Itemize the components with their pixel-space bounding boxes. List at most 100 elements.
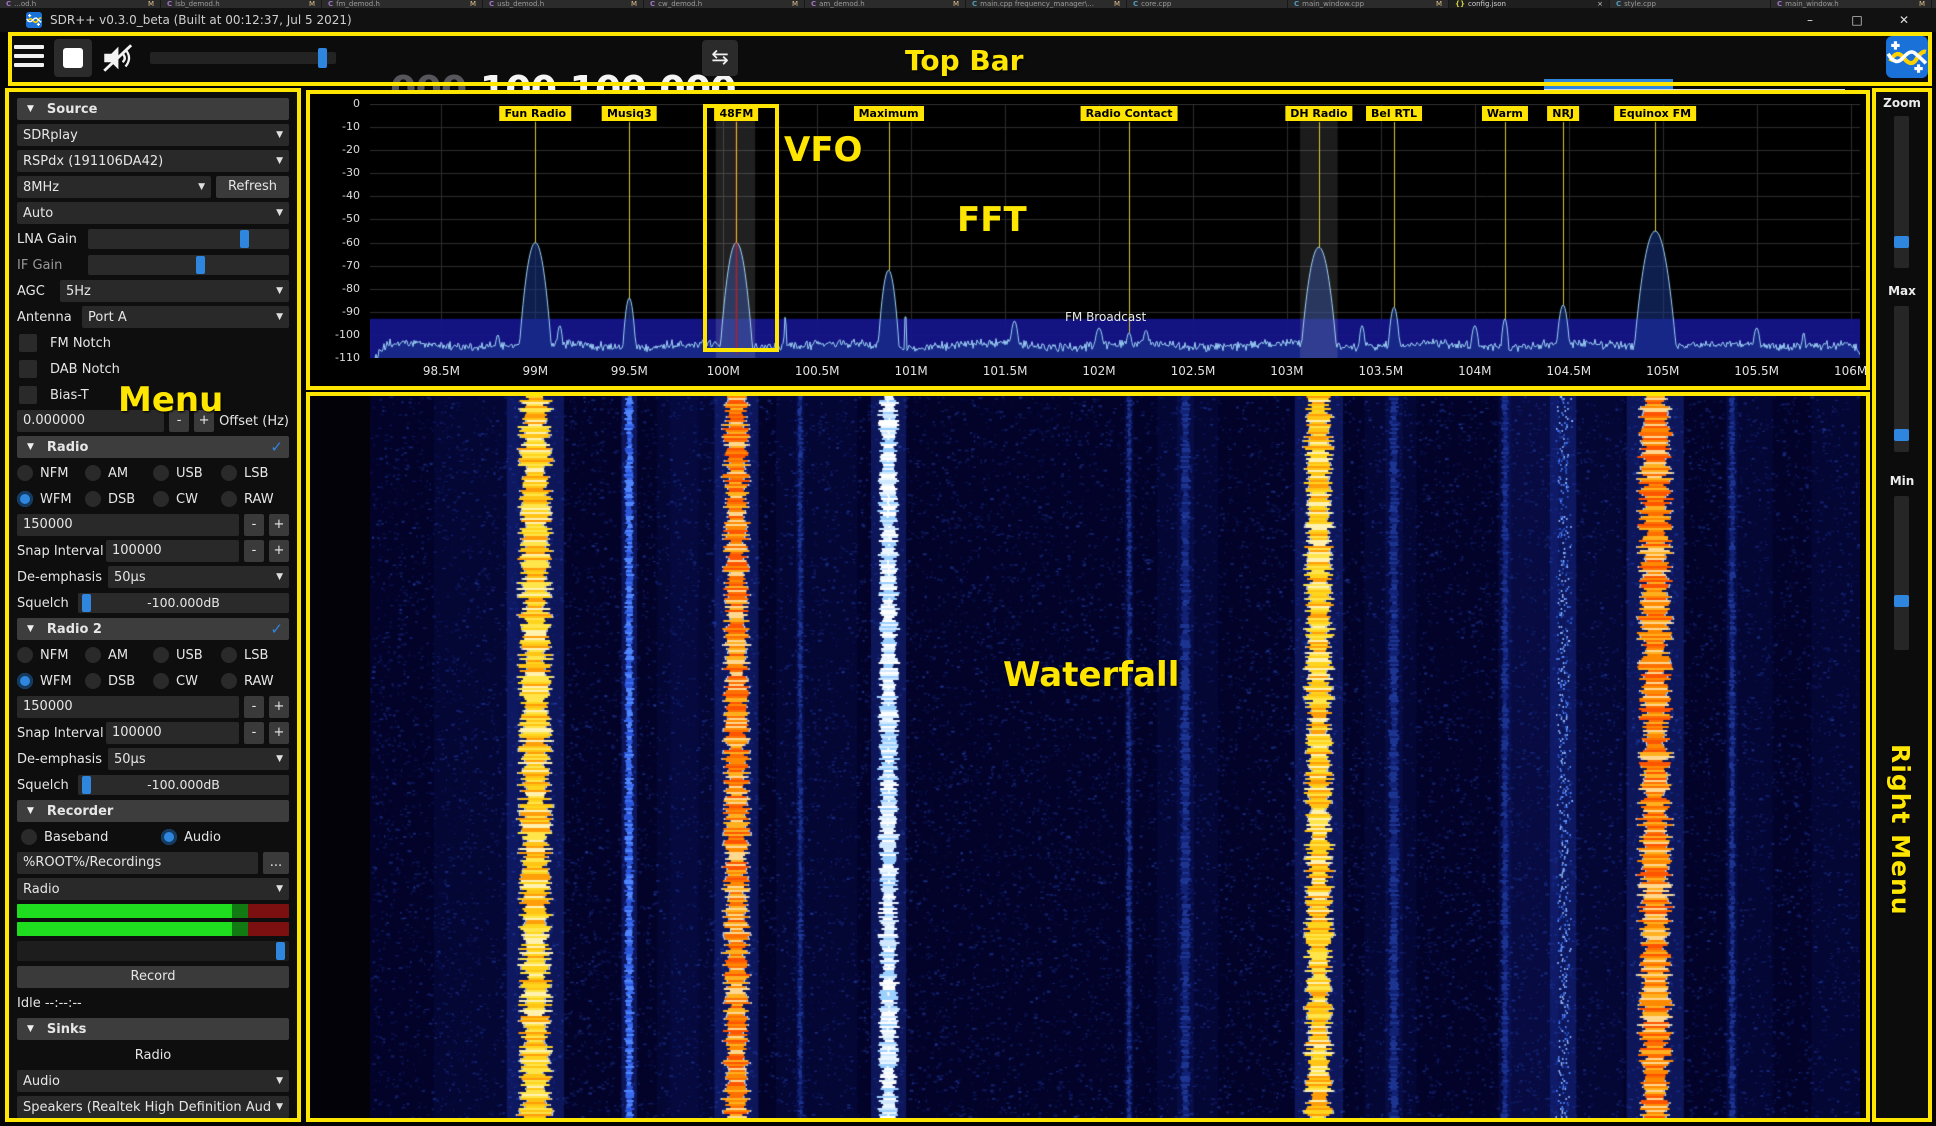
bandwidth-input[interactable]: 150000: [17, 514, 239, 536]
bw-minus-button[interactable]: -: [244, 514, 264, 536]
editor-tab[interactable]: Cstyle.cpp: [1610, 0, 1771, 8]
editor-tab[interactable]: Cfm_demod.hM: [322, 0, 483, 8]
station-label[interactable]: DH Radio: [1285, 106, 1352, 121]
station-label[interactable]: NRJ: [1547, 106, 1579, 121]
close-button[interactable]: ✕: [1881, 8, 1927, 32]
volume-slider-handle[interactable]: [318, 48, 327, 68]
close-tab-icon[interactable]: ×: [1597, 0, 1603, 8]
maximize-button[interactable]: □: [1834, 8, 1880, 32]
snap-interval-input[interactable]: 100000: [106, 722, 239, 744]
station-label[interactable]: Radio Contact: [1081, 106, 1178, 121]
source-section-header[interactable]: ▼ Source: [17, 98, 289, 120]
mode-raw[interactable]: RAW: [221, 670, 289, 692]
agc-dropdown[interactable]: 5Hz▼: [60, 280, 289, 302]
device-dropdown[interactable]: RSPdx (191106DA42)▼: [17, 150, 289, 172]
editor-tab[interactable]: {}config.json×: [1449, 0, 1610, 8]
editor-tab[interactable]: Cmain.cpp radio\...M: [1932, 0, 1936, 8]
recorder-stream-dropdown[interactable]: Radio▼: [17, 878, 289, 900]
min-slider[interactable]: [1894, 496, 1909, 650]
editor-tab[interactable]: C...od.hM: [0, 0, 161, 8]
squelch-slider[interactable]: -100.000dB: [78, 593, 289, 613]
menu-toggle-button[interactable]: [14, 41, 46, 73]
zoom-slider[interactable]: [1894, 116, 1909, 268]
mode-dsb[interactable]: DSB: [85, 670, 153, 692]
snap-plus-button[interactable]: +: [269, 540, 289, 562]
browse-button[interactable]: ...: [263, 852, 289, 874]
audio-device-dropdown[interactable]: Speakers (Realtek High Definition Audio)…: [17, 1096, 289, 1118]
bw-minus-button[interactable]: -: [244, 696, 264, 718]
sinks-section-header[interactable]: ▼ Sinks: [17, 1018, 289, 1040]
fft-panel[interactable]: FM Broadcast 0-10-20-30-40-50-60-70-80-9…: [310, 94, 1866, 386]
editor-tab[interactable]: Clsb_demod.hM: [161, 0, 322, 8]
bw-plus-button[interactable]: +: [269, 696, 289, 718]
samplerate-dropdown[interactable]: 8MHz▼: [17, 176, 211, 198]
baseband-radio[interactable]: Baseband: [21, 826, 161, 848]
bandwidth-input[interactable]: 150000: [17, 696, 239, 718]
stop-button[interactable]: [54, 39, 92, 77]
mode-wfm-selected[interactable]: WFM: [17, 670, 85, 692]
snap-minus-button[interactable]: -: [244, 722, 264, 744]
volume-slider[interactable]: [150, 52, 336, 64]
mode-cw[interactable]: CW: [153, 670, 221, 692]
station-label[interactable]: Warm: [1482, 106, 1528, 121]
snap-plus-button[interactable]: +: [269, 722, 289, 744]
mode-dsb[interactable]: DSB: [85, 488, 153, 510]
editor-tab[interactable]: Ccore.cpp: [1127, 0, 1288, 8]
mode-cw[interactable]: CW: [153, 488, 221, 510]
bw-plus-button[interactable]: +: [269, 514, 289, 536]
squelch-slider[interactable]: -100.000dB: [78, 775, 289, 795]
enabled-check-icon[interactable]: ✓: [270, 438, 283, 456]
mode-usb[interactable]: USB: [153, 644, 221, 666]
editor-tab[interactable]: Cmain_window.cppM: [1288, 0, 1449, 8]
editor-tab[interactable]: Cmain_window.hM: [1771, 0, 1932, 8]
snap-interval-input[interactable]: 100000: [106, 540, 239, 562]
radio2-section-header[interactable]: ▼ Radio 2 ✓: [17, 618, 289, 640]
station-label[interactable]: Bel RTL: [1366, 106, 1422, 121]
editor-tab[interactable]: Cmain.cpp frequency_manager\...M: [966, 0, 1127, 8]
fft-zoom-fill[interactable]: [1544, 79, 1673, 89]
mode-nfm[interactable]: NFM: [17, 644, 85, 666]
refresh-button[interactable]: Refresh: [216, 176, 289, 198]
recorder-volume-slider[interactable]: [17, 941, 289, 961]
mode-lsb[interactable]: LSB: [221, 644, 289, 666]
recording-path-input[interactable]: %ROOT%/Recordings: [17, 852, 258, 874]
mode-usb[interactable]: USB: [153, 462, 221, 484]
mode-am[interactable]: AM: [85, 644, 153, 666]
waterfall-panel[interactable]: [310, 396, 1866, 1118]
lna-gain-slider[interactable]: [88, 229, 289, 249]
station-label[interactable]: 48FM: [715, 106, 759, 121]
bias-t-checkbox[interactable]: [19, 386, 37, 404]
minimize-button[interactable]: –: [1787, 8, 1833, 32]
radio-section-header[interactable]: ▼ Radio ✓: [17, 436, 289, 458]
deemphasis-dropdown[interactable]: 50µs▼: [108, 566, 289, 588]
mute-speaker-icon[interactable]: [100, 40, 134, 76]
mode-lsb[interactable]: LSB: [221, 462, 289, 484]
fm-notch-checkbox[interactable]: [19, 334, 37, 352]
sink-type-dropdown[interactable]: Audio▼: [17, 1070, 289, 1092]
station-label[interactable]: Musiq3: [602, 106, 657, 121]
snap-minus-button[interactable]: -: [244, 540, 264, 562]
vfo-swap-button[interactable]: ⇆: [702, 40, 738, 76]
if-gain-slider[interactable]: [88, 255, 289, 275]
gain-mode-dropdown[interactable]: Auto▼: [17, 202, 289, 224]
dab-notch-checkbox[interactable]: [19, 360, 37, 378]
waterfall-canvas[interactable]: [370, 396, 1860, 1118]
editor-tab-strip[interactable]: C...od.hMClsb_demod.hMCfm_demod.hMCusb_d…: [0, 0, 1936, 8]
mode-nfm[interactable]: NFM: [17, 462, 85, 484]
record-button[interactable]: Record: [17, 966, 289, 988]
antenna-dropdown[interactable]: Port A▼: [82, 306, 289, 328]
audio-radio-selected[interactable]: Audio: [161, 826, 281, 848]
station-label[interactable]: Fun Radio: [500, 106, 572, 121]
mode-raw[interactable]: RAW: [221, 488, 289, 510]
mode-am[interactable]: AM: [85, 462, 153, 484]
deemphasis-dropdown[interactable]: 50µs▼: [108, 748, 289, 770]
enabled-check-icon[interactable]: ✓: [270, 620, 283, 638]
editor-tab[interactable]: Ccw_demod.hM: [644, 0, 805, 8]
editor-tab[interactable]: Cam_demod.hM: [805, 0, 966, 8]
source-type-dropdown[interactable]: SDRplay▼: [17, 124, 289, 146]
station-label[interactable]: Maximum: [854, 106, 924, 121]
recorder-section-header[interactable]: ▼ Recorder: [17, 800, 289, 822]
editor-tab[interactable]: Cusb_demod.hM: [483, 0, 644, 8]
max-slider[interactable]: [1894, 306, 1909, 452]
station-label[interactable]: Equinox FM: [1614, 106, 1696, 121]
